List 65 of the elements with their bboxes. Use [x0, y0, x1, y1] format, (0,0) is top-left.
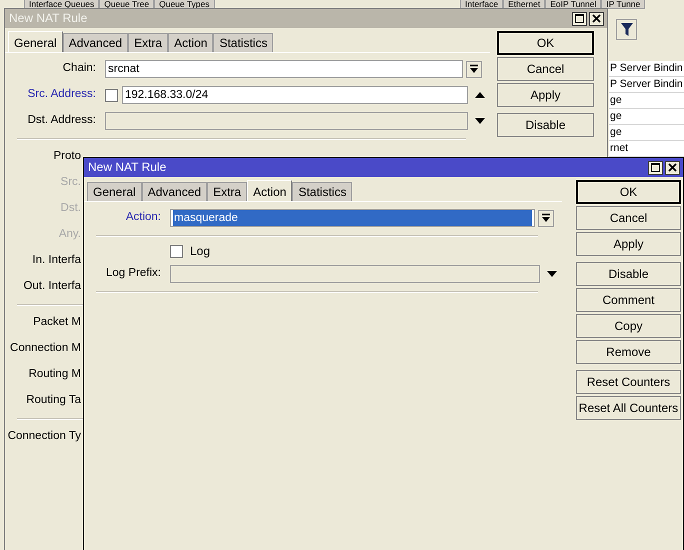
- close-button[interactable]: [589, 12, 604, 26]
- dialog-button[interactable]: Comment: [576, 288, 681, 312]
- checkbox-label: Log: [190, 244, 210, 258]
- field-label: Src.: [60, 176, 81, 190]
- field-label: Connection M: [9, 342, 81, 356]
- list-row[interactable]: P Server Bindin: [609, 61, 684, 77]
- dialog-button[interactable]: Disable: [576, 262, 681, 286]
- field-label: In. Interfa: [31, 254, 81, 268]
- window-title: New NAT Rule: [88, 160, 168, 175]
- tab[interactable]: Statistics: [292, 182, 352, 201]
- dialog-button[interactable]: Reset Counters: [576, 370, 681, 394]
- maximize-button[interactable]: [572, 12, 587, 26]
- field-label: Action:: [124, 211, 162, 225]
- list-row[interactable]: ge: [609, 109, 684, 125]
- dialog-button[interactable]: Cancel: [576, 206, 681, 230]
- checkbox[interactable]: [170, 244, 183, 258]
- dropdown-button[interactable]: [466, 60, 482, 78]
- dropdown-button[interactable]: [538, 210, 554, 226]
- tab[interactable]: Statistics: [213, 32, 274, 52]
- up-arrow-icon[interactable]: [474, 90, 486, 100]
- field-label: Dst. Address:: [26, 114, 97, 128]
- window-title: New NAT Rule: [9, 11, 88, 26]
- dropdown-field[interactable]: srcnat: [105, 60, 463, 78]
- tab[interactable]: Extra: [128, 32, 168, 52]
- tab[interactable]: Action: [247, 180, 292, 201]
- maximize-button[interactable]: [648, 160, 663, 174]
- close-button[interactable]: [665, 160, 680, 174]
- field-label: Out. Interfa: [22, 280, 81, 294]
- list-row[interactable]: ge: [609, 93, 684, 109]
- field-label: Packet M: [32, 316, 81, 330]
- tab[interactable]: IP Tunne: [601, 0, 646, 9]
- field-label: Routing Ta: [25, 394, 81, 408]
- caret-icon: [469, 64, 479, 74]
- tab[interactable]: Advanced: [142, 182, 208, 201]
- tab[interactable]: Action: [168, 32, 214, 52]
- field-label: Any.: [58, 228, 81, 242]
- field-label: Dst.: [60, 202, 81, 216]
- filter-icon: [620, 22, 632, 36]
- field-label: Log Prefix:: [105, 267, 162, 281]
- dialog-button[interactable]: Copy: [576, 314, 681, 338]
- dialog-button[interactable]: Reset All Counters: [576, 396, 681, 420]
- field-label: Proto: [52, 150, 81, 164]
- field-label: Routing M: [28, 368, 81, 382]
- caret-icon: [541, 213, 551, 223]
- dialog-button[interactable]: OK: [497, 31, 594, 55]
- dialog-button[interactable]: Apply: [497, 83, 594, 107]
- dialog-button[interactable]: Remove: [576, 340, 681, 364]
- field-label: Src. Address:: [26, 88, 97, 102]
- dialog-button[interactable]: Cancel: [497, 57, 594, 81]
- address-field[interactable]: 192.168.33.0/24: [122, 86, 468, 104]
- checkbox[interactable]: [105, 88, 118, 102]
- tab[interactable]: General: [8, 30, 63, 52]
- tab[interactable]: Extra: [207, 182, 248, 201]
- filter-button[interactable]: [616, 19, 637, 40]
- tab[interactable]: General: [87, 182, 142, 201]
- dialog-button[interactable]: Disable: [497, 113, 594, 137]
- dialog-button[interactable]: Apply: [576, 232, 681, 256]
- list-row[interactable]: rnet: [609, 141, 684, 157]
- field-label: Chain:: [62, 62, 97, 76]
- dialog-button[interactable]: OK: [576, 180, 681, 204]
- list-row[interactable]: ge: [609, 125, 684, 141]
- list-row[interactable]: P Server Bindin: [609, 77, 684, 93]
- field-label: Connection Ty: [6, 430, 81, 444]
- dropdown-field[interactable]: masquerade: [170, 209, 535, 227]
- tab[interactable]: Advanced: [62, 32, 128, 52]
